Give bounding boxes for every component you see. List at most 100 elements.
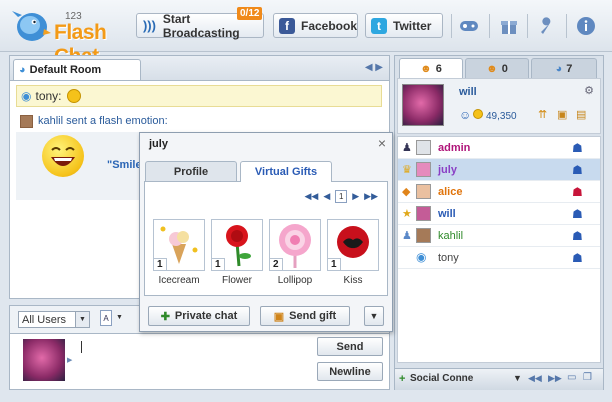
- fast-forward-icon[interactable]: ▶▶: [548, 373, 562, 384]
- first-page-icon[interactable]: ◀◀: [304, 191, 318, 202]
- next-page-icon[interactable]: ▶: [352, 191, 359, 202]
- plus-icon: ✚: [160, 310, 170, 323]
- gift-lollipop[interactable]: 2: [269, 219, 321, 271]
- gift-label: Kiss: [343, 275, 363, 286]
- current-user-name: will: [459, 86, 477, 98]
- user-panel: ☻ 6 ☻ 0 ◕ 7 will ⚙ ☺ 49,350 ⇈ ▣ ▤ ♟ admi…: [394, 55, 604, 390]
- message-text: kahlil sent a flash emotion:: [38, 115, 168, 127]
- gift-flower[interactable]: 1: [211, 219, 263, 271]
- tab-profile[interactable]: Profile: [145, 161, 237, 182]
- gift-box-icon: ▣: [273, 310, 285, 323]
- laughing-emoji-icon: [42, 135, 84, 177]
- users-select[interactable]: All Users ▼: [18, 311, 90, 328]
- profile-person-icon[interactable]: ☗: [572, 251, 586, 265]
- chevron-down-icon: ▼: [75, 312, 89, 327]
- last-page-icon[interactable]: ▶▶: [364, 191, 378, 202]
- user-avatar: [416, 162, 431, 177]
- list-item[interactable]: ♟ admin ☗: [398, 137, 600, 159]
- current-user-coins: 49,350: [486, 111, 517, 122]
- user-name: admin: [438, 141, 471, 154]
- profile-person-icon[interactable]: ☗: [572, 229, 586, 243]
- profile-person-icon[interactable]: ☗: [572, 163, 586, 177]
- prev-page-icon[interactable]: ◀: [323, 191, 330, 202]
- tab-virtual-gifts[interactable]: Virtual Gifts: [240, 161, 332, 182]
- list-item[interactable]: ◉ tony ☗: [398, 247, 600, 269]
- newline-button[interactable]: Newline: [317, 362, 383, 381]
- send-gift-button[interactable]: ▣ Send gift: [260, 306, 350, 326]
- toolbar-divider: [566, 14, 567, 38]
- user-status-icon: ☺: [459, 108, 472, 122]
- twitter-label: Twitter: [393, 18, 432, 33]
- chevron-down-icon[interactable]: ▼: [116, 314, 123, 321]
- list-item[interactable]: ♟ kahlil ☗: [398, 225, 600, 247]
- rewind-icon[interactable]: ◀◀: [528, 373, 542, 384]
- user-list: ♟ admin ☗ ♛ july ☗ ◆ alice ☗ ★ will ☗ ♟ …: [397, 136, 601, 363]
- wrench-icon[interactable]: [536, 15, 558, 37]
- font-format-button[interactable]: A: [100, 310, 112, 326]
- send-button[interactable]: Send: [317, 337, 383, 356]
- tab-users-count: 6: [435, 62, 442, 75]
- close-icon[interactable]: ×: [378, 135, 386, 151]
- bird-logo-icon: [12, 11, 51, 41]
- gift-icecream[interactable]: 1: [153, 219, 205, 271]
- gift-kiss[interactable]: 1: [327, 219, 379, 271]
- restore-icon[interactable]: ❐: [583, 372, 592, 383]
- room-tab-bar: ◕ Default Room ◀ ▶: [10, 56, 389, 81]
- tab-groups[interactable]: ☻ 0: [465, 58, 529, 78]
- message-username: tony:: [35, 89, 62, 103]
- info-icon[interactable]: [575, 15, 597, 37]
- twitter-button[interactable]: t Twitter: [365, 13, 443, 38]
- profile-person-icon[interactable]: ☗: [572, 185, 586, 199]
- gift-count: 1: [212, 258, 225, 270]
- upgrade-icon[interactable]: ⇈: [538, 108, 547, 121]
- tab-chats[interactable]: ◕ 7: [531, 58, 597, 78]
- more-options-button[interactable]: ▼: [364, 306, 384, 326]
- chat-message: ◉ tony:: [16, 85, 382, 107]
- tab-default-room[interactable]: ◕ Default Room: [13, 59, 141, 80]
- current-user-card: will ⚙ ☺ 49,350 ⇈ ▣ ▤: [397, 78, 601, 134]
- group-icon: ☻: [486, 62, 498, 75]
- facebook-button[interactable]: f Facebook: [273, 13, 358, 38]
- list-item[interactable]: ♛ july ☗: [398, 159, 600, 181]
- top-toolbar: 123 Flash Chat ))) Start Broadcasting 0/…: [0, 0, 612, 68]
- profile-person-icon[interactable]: ☗: [572, 141, 586, 155]
- user-bird-icon: ◉: [21, 89, 32, 103]
- gift-icon[interactable]: [498, 15, 520, 37]
- flash-emotion-label: "Smile: [107, 159, 142, 171]
- profile-person-icon[interactable]: ☗: [572, 207, 586, 221]
- user-name: tony: [438, 251, 459, 264]
- add-icon[interactable]: +: [399, 373, 405, 385]
- toolbar-divider: [489, 14, 490, 38]
- gift-pager: ◀◀ ◀ 1 ▶ ▶▶: [304, 190, 378, 203]
- text-cursor: [81, 341, 82, 353]
- room-tab-label: Default Room: [29, 64, 102, 76]
- toolbar-divider: [451, 14, 452, 38]
- toolbar-divider: [527, 14, 528, 38]
- twitter-icon: t: [371, 17, 387, 34]
- minimize-icon[interactable]: ▭: [567, 372, 576, 383]
- social-connect-label[interactable]: Social Conne: [410, 373, 473, 384]
- users-icon: ☻: [420, 62, 432, 75]
- private-chat-button[interactable]: ✚ Private chat: [148, 306, 250, 326]
- list-item[interactable]: ★ will ☗: [398, 203, 600, 225]
- panel-bottom-bar: + Social Conne ▼ ◀◀ ▶▶ ▭ ❐: [395, 368, 603, 390]
- current-user-avatar[interactable]: [402, 84, 444, 126]
- tab-chats-count: 7: [566, 62, 573, 75]
- room-scroll-arrows[interactable]: ◀ ▶: [365, 62, 383, 73]
- shop-icon[interactable]: ▣: [557, 108, 567, 121]
- chevron-down-icon[interactable]: ▼: [513, 373, 522, 383]
- tab-users[interactable]: ☻ 6: [399, 58, 463, 78]
- chevron-down-icon: ▼: [369, 311, 379, 321]
- room-chat-icon: ◕: [19, 64, 26, 76]
- wallet-icon[interactable]: ▤: [576, 108, 586, 121]
- crown-icon: ♛: [402, 163, 412, 176]
- gamepad-icon[interactable]: [458, 15, 480, 37]
- list-item[interactable]: ◆ alice ☗: [398, 181, 600, 203]
- user-name: july: [438, 163, 457, 176]
- user-profile-popup: july × Profile Virtual Gifts ◀◀ ◀ 1 ▶ ▶▶…: [139, 132, 393, 332]
- broadcast-count-badge: 0/12: [237, 7, 263, 20]
- settings-gear-icon[interactable]: ⚙: [584, 84, 594, 97]
- user-avatar: [416, 140, 431, 155]
- tab-groups-count: 0: [501, 62, 508, 75]
- facebook-icon: f: [279, 17, 295, 34]
